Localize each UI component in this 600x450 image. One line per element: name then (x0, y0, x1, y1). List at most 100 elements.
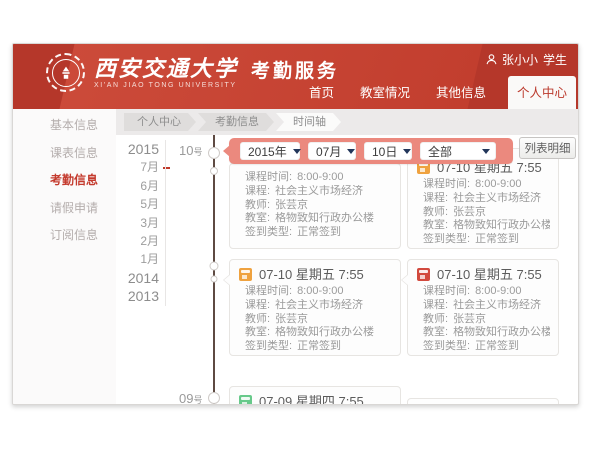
field-value: 8:00-9:00 (475, 285, 521, 297)
attendance-card[interactable]: 07-10 星期五 7:55 课程时间: 8:00-9:00 课程: 社会主义市场经济… (407, 259, 559, 356)
attendance-card[interactable]: 课程时间:8:00-9:00课程:社会主义市场经济教师:张芸京教室:格物致知行政… (229, 163, 401, 249)
user-icon (486, 54, 497, 65)
card-date: 07-10 星期五 7:55 (259, 266, 364, 283)
field-value: 8:00-9:00 (475, 178, 521, 190)
card-fields: 课程时间:8:00-9:00课程:社会主义市场经济教师:张芸京教室:格物致知行政… (230, 283, 400, 358)
card-date: 07-09 星期四 7:55 (259, 393, 364, 405)
university-logo-icon (46, 53, 85, 92)
user-info[interactable]: 张小小 学生 (486, 51, 567, 68)
sidebar: 基本信息课表信息考勤信息请假申请订阅信息 (13, 109, 116, 404)
sidebar-item[interactable]: 订阅信息 (13, 222, 116, 250)
timeline-month[interactable]: 6月 (119, 177, 159, 195)
card-field-row: 教室: 格物致知行政办公楼 (423, 219, 550, 233)
field-label: 签到类型: (245, 226, 292, 238)
app-header: 西安交通大学 XI'AN JIAO TONG UNIVERSITY 考勤服务 张… (13, 44, 578, 109)
breadcrumb-item[interactable]: 个人中心 (124, 113, 196, 131)
attendance-app-window: 西安交通大学 XI'AN JIAO TONG UNIVERSITY 考勤服务 张… (12, 43, 579, 405)
card-fields: 课程时间:8:00-9:00课程:社会主义市场经济教师:张芸京教室:格物致知行政… (408, 176, 558, 251)
timeline-month[interactable]: 2月 (119, 232, 159, 250)
field-label: 教室: (245, 326, 270, 338)
calendar-icon (239, 395, 252, 405)
attendance-card-partial[interactable] (407, 398, 559, 405)
card-header: 07-09 星期四 7:55 (230, 387, 400, 405)
main-nav: 首页教室情况其他信息个人中心 (296, 76, 576, 109)
field-value: 张芸京 (275, 199, 308, 211)
field-label: 课程时间: (423, 285, 470, 297)
breadcrumb-item[interactable]: 时间轴 (276, 113, 341, 131)
year-filter-dropdown[interactable]: 2015年 (240, 142, 300, 160)
chevron-down-icon (293, 149, 301, 154)
timeline-month[interactable]: 3月 (119, 214, 159, 232)
card-field-row: 教师:张芸京 (245, 199, 392, 213)
attendance-card[interactable]: 07-10 星期五 7:55 课程时间:8:00-9:00课程:社会主义市场经济… (229, 259, 401, 356)
filter-bar: 2015年 07月 10日 全部 (229, 138, 513, 164)
chevron-down-icon (403, 149, 411, 154)
timeline-node (210, 167, 218, 175)
month-filter-value: 07月 (316, 143, 341, 160)
field-value: 社会主义市场经济 (275, 185, 363, 197)
day-number: 09 (179, 391, 193, 405)
nav-tab[interactable]: 其他信息 (423, 82, 499, 109)
day-marker: 09号 (179, 390, 202, 405)
field-value: 格物致知行政办公楼 (453, 326, 550, 338)
day-filter-dropdown[interactable]: 10日 (364, 142, 412, 160)
day-suffix: 号 (193, 147, 202, 157)
field-value: 格物致知行政办公楼 (453, 219, 550, 231)
card-field-row: 课程:社会主义市场经济 (245, 185, 392, 199)
card-field-row: 签到类型: 正常签到 (245, 226, 392, 240)
day-marker: 10号 (179, 142, 202, 160)
card-header: 07-10 星期五 7:55 (408, 260, 558, 283)
sidebar-item[interactable]: 考勤信息 (13, 167, 116, 195)
sidebar-item[interactable]: 课表信息 (13, 140, 116, 168)
sidebar-item[interactable]: 请假申请 (13, 195, 116, 223)
field-value: 张芸京 (275, 313, 308, 325)
field-value: 张芸京 (453, 313, 486, 325)
pagoda-icon (58, 65, 74, 81)
field-label: 课程时间: (245, 285, 292, 297)
card-date: 07-10 星期五 7:55 (437, 266, 542, 283)
card-fields: 课程时间:8:00-9:00课程:社会主义市场经济教师:张芸京教室:格物致知行政… (230, 164, 400, 244)
timeline-year[interactable]: 2015 (119, 140, 159, 158)
attendance-card[interactable]: 07-09 星期四 7:55 (229, 386, 401, 405)
list-detail-button[interactable]: 列表明细 (519, 137, 576, 159)
card-field-row: 课程时间:8:00-9:00 (245, 171, 392, 185)
nav-tab[interactable]: 首页 (296, 82, 347, 109)
card-field-row: 教师: 张芸京 (423, 313, 550, 327)
field-label: 课程: (423, 192, 448, 204)
field-label: 教室: (423, 326, 448, 338)
user-name: 张小小 (502, 51, 538, 68)
timeline-node (208, 392, 220, 404)
field-label: 教室: (423, 219, 448, 231)
field-value: 张芸京 (453, 206, 486, 218)
card-field-row: 课程时间:8:00-9:00 (245, 285, 392, 299)
timeline-year[interactable]: 2014 (119, 269, 159, 287)
calendar-icon (417, 268, 430, 281)
date-nav-divider (165, 140, 166, 306)
field-value: 正常签到 (297, 226, 341, 238)
day-suffix: 号 (193, 395, 202, 405)
field-value: 格物致知行政办公楼 (275, 326, 374, 338)
day-filter-value: 10日 (372, 143, 397, 160)
field-label: 课程: (423, 299, 448, 311)
timeline-year[interactable]: 2013 (119, 287, 159, 305)
timeline-month[interactable]: 1月 (119, 250, 159, 268)
month-filter-dropdown[interactable]: 07月 (308, 142, 356, 160)
timeline-month[interactable]: 7月 (119, 158, 159, 176)
card-field-row: 签到类型:正常签到 (423, 233, 550, 247)
card-field-row: 课程:社会主义市场经济 (423, 192, 550, 206)
field-label: 教师: (423, 313, 448, 325)
breadcrumb-item[interactable]: 考勤信息 (198, 113, 274, 131)
chevron-down-icon (347, 149, 355, 154)
nav-tab[interactable]: 个人中心 (508, 76, 576, 109)
field-label: 教师: (245, 313, 270, 325)
type-filter-dropdown[interactable]: 全部 (420, 142, 496, 160)
timeline-month[interactable]: 5月 (119, 195, 159, 213)
field-label: 教师: (423, 206, 448, 218)
card-field-row: 课程: 社会主义市场经济 (423, 299, 550, 313)
field-value: 社会主义市场经济 (453, 299, 541, 311)
field-value: 正常签到 (297, 340, 341, 352)
card-header: 07-10 星期五 7:55 (230, 260, 400, 283)
nav-tab[interactable]: 教室情况 (347, 82, 423, 109)
sidebar-item[interactable]: 基本信息 (13, 112, 116, 140)
field-label: 签到类型: (423, 233, 470, 245)
